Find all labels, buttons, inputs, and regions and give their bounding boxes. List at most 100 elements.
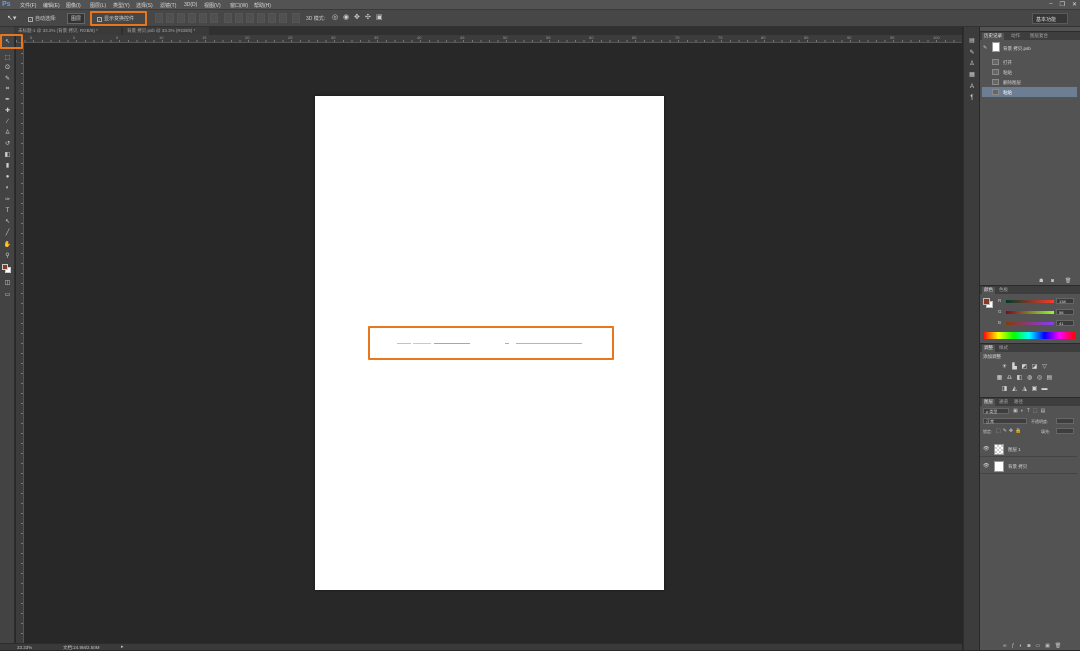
history-item-selected[interactable]: 粘贴 xyxy=(982,87,1077,97)
tab-layer-comps[interactable]: 图层复合 xyxy=(1028,33,1050,40)
vibrance-icon[interactable]: ▽ xyxy=(1041,364,1048,370)
visibility-eye-icon[interactable]: 👁 xyxy=(983,446,989,452)
distribute-vcenter-button[interactable] xyxy=(235,13,243,23)
type-tool-icon[interactable]: T xyxy=(3,207,12,216)
auto-select-checkbox[interactable]: ✓ 自动选择: xyxy=(28,15,56,22)
3d-rotate-icon[interactable]: ◎ xyxy=(332,13,338,21)
distribute-left-button[interactable] xyxy=(257,13,265,23)
distribute-top-button[interactable] xyxy=(224,13,232,23)
crop-tool-icon[interactable]: ⌗ xyxy=(3,85,12,94)
zoom-tool-icon[interactable]: ⚲ xyxy=(3,252,12,261)
paragraph-panel-icon[interactable]: ¶ xyxy=(968,94,976,102)
history-brush-tool-icon[interactable]: ↺ xyxy=(3,140,12,149)
brightness-icon[interactable]: ☀ xyxy=(1001,364,1008,370)
layer-row[interactable]: 👁 背景 拷贝 xyxy=(980,458,1077,474)
curves-icon[interactable]: ◩ xyxy=(1021,364,1028,370)
status-menu-arrow-icon[interactable]: ▸ xyxy=(121,644,124,650)
tab-paths[interactable]: 路径 xyxy=(1012,399,1025,406)
menu-filter[interactable]: 滤镜(T) xyxy=(160,2,176,9)
posterize-icon[interactable]: ◭ xyxy=(1011,386,1018,392)
menu-edit[interactable]: 编辑(E) xyxy=(43,2,60,9)
menu-view[interactable]: 视图(V) xyxy=(204,2,221,9)
align-right-button[interactable] xyxy=(210,13,218,23)
menu-image[interactable]: 图像(I) xyxy=(66,2,81,9)
eraser-tool-icon[interactable]: ◧ xyxy=(3,151,12,160)
history-brush-source-icon[interactable]: ✎ xyxy=(983,45,987,51)
foreground-color-swatch[interactable] xyxy=(2,264,8,270)
menu-layer[interactable]: 图层(L) xyxy=(90,2,106,9)
tab-channels[interactable]: 通道 xyxy=(997,399,1010,406)
3d-slide-icon[interactable]: ✣ xyxy=(365,13,371,21)
marquee-tool-icon[interactable]: ⬚ xyxy=(3,54,12,63)
brush-tool-icon[interactable]: ∕ xyxy=(3,118,12,127)
dodge-tool-icon[interactable]: ◐ xyxy=(3,184,12,193)
auto-select-dropdown[interactable]: 图层 xyxy=(67,13,86,24)
tab-actions[interactable]: 动作 xyxy=(1009,33,1022,40)
auto-align-button[interactable] xyxy=(292,13,300,23)
layer-filter-icons[interactable]: ▣◐T⬚▤ xyxy=(1013,408,1048,414)
clone-source-icon[interactable]: ♙ xyxy=(968,60,976,68)
tab-color[interactable]: 颜色 xyxy=(982,287,995,294)
eyedropper-tool-icon[interactable]: ✒ xyxy=(3,96,12,105)
menu-select[interactable]: 选择(S) xyxy=(136,2,153,9)
path-select-tool-icon[interactable]: ↖ xyxy=(3,218,12,227)
tab-history[interactable]: 历史记录 xyxy=(982,33,1004,40)
3d-scale-icon[interactable]: ▣ xyxy=(376,13,383,21)
3d-roll-icon[interactable]: ◉ xyxy=(343,13,349,21)
channel-mixer-icon[interactable]: ◎ xyxy=(1036,375,1043,381)
close-button[interactable]: ✕ xyxy=(1072,1,1077,8)
selective-color-icon[interactable]: ▣ xyxy=(1031,386,1038,392)
exposure-icon[interactable]: ◪ xyxy=(1031,364,1038,370)
hand-tool-icon[interactable]: ✋ xyxy=(3,241,12,250)
visibility-eye-icon[interactable]: 👁 xyxy=(983,463,989,469)
channel-b-slider[interactable] xyxy=(1006,322,1054,325)
menu-help[interactable]: 帮助(H) xyxy=(254,2,271,9)
menu-window[interactable]: 窗口(W) xyxy=(230,2,248,9)
align-top-button[interactable] xyxy=(155,13,163,23)
menu-3d[interactable]: 3D(D) xyxy=(184,2,197,8)
photo-filter-icon[interactable]: ◍ xyxy=(1026,375,1033,381)
workspace-switcher[interactable]: 基本功能 xyxy=(1032,13,1068,24)
channel-r-slider[interactable] xyxy=(1006,300,1054,303)
lasso-tool-icon[interactable]: ʘ xyxy=(3,64,12,73)
color-fg-swatch[interactable] xyxy=(983,298,990,305)
menu-file[interactable]: 文件(F) xyxy=(20,2,36,9)
channel-b-value[interactable]: 41 xyxy=(1056,320,1074,326)
lock-icons[interactable]: ⬚✎✥🔒 xyxy=(996,428,1023,434)
minimize-button[interactable]: – xyxy=(1049,1,1052,8)
blur-tool-icon[interactable]: ● xyxy=(3,173,12,182)
fill-field[interactable] xyxy=(1056,428,1074,434)
opacity-field[interactable] xyxy=(1056,418,1074,424)
align-vcenter-button[interactable] xyxy=(166,13,174,23)
color-lookup-icon[interactable]: ▤ xyxy=(1046,375,1053,381)
channel-g-value[interactable]: 58 xyxy=(1056,309,1074,315)
layer-filter-kind[interactable]: ρ 类型 xyxy=(983,408,1009,414)
brush-preset-icon[interactable]: ✎ xyxy=(968,49,976,57)
distribute-bottom-button[interactable] xyxy=(246,13,254,23)
tab-background-copy[interactable]: 背景 拷贝.psb @ 33.3% (RGB/8) * xyxy=(123,27,209,35)
distribute-hcenter-button[interactable] xyxy=(268,13,276,23)
tab-layers[interactable]: 图层 xyxy=(982,399,995,406)
snapshot-label[interactable]: 背景 拷贝.psb xyxy=(1003,46,1031,52)
history-item[interactable]: 删除图层 xyxy=(982,77,1077,87)
menu-type[interactable]: 类型(Y) xyxy=(113,2,130,9)
align-left-button[interactable] xyxy=(188,13,196,23)
hue-saturation-icon[interactable]: ▦ xyxy=(996,375,1003,381)
threshold-icon[interactable]: ◮ xyxy=(1021,386,1028,392)
tab-styles[interactable]: 样式 xyxy=(997,345,1010,352)
3d-drag-icon[interactable]: ✥ xyxy=(354,13,360,21)
levels-icon[interactable]: ▙ xyxy=(1011,364,1018,370)
tab-swatches[interactable]: 色板 xyxy=(997,287,1010,294)
zoom-level[interactable]: 33.33% xyxy=(17,645,32,650)
pen-tool-icon[interactable]: ✑ xyxy=(3,196,12,205)
history-item[interactable]: 粘贴 xyxy=(982,67,1077,77)
history-panel-icon[interactable]: ▤ xyxy=(968,37,976,45)
distribute-right-button[interactable] xyxy=(279,13,287,23)
stamp-tool-icon[interactable]: ♙ xyxy=(3,129,12,138)
tab-adjustments[interactable]: 调整 xyxy=(982,345,995,352)
healing-tool-icon[interactable]: ✚ xyxy=(3,107,12,116)
move-tool-preset-icon[interactable]: ↖▾ xyxy=(7,14,16,22)
align-hcenter-button[interactable] xyxy=(199,13,207,23)
tab-untitled-1[interactable]: 未标题-1 @ 33.2% (背景 拷贝, RGB/8) * xyxy=(14,27,121,35)
channel-g-slider[interactable] xyxy=(1006,311,1054,314)
